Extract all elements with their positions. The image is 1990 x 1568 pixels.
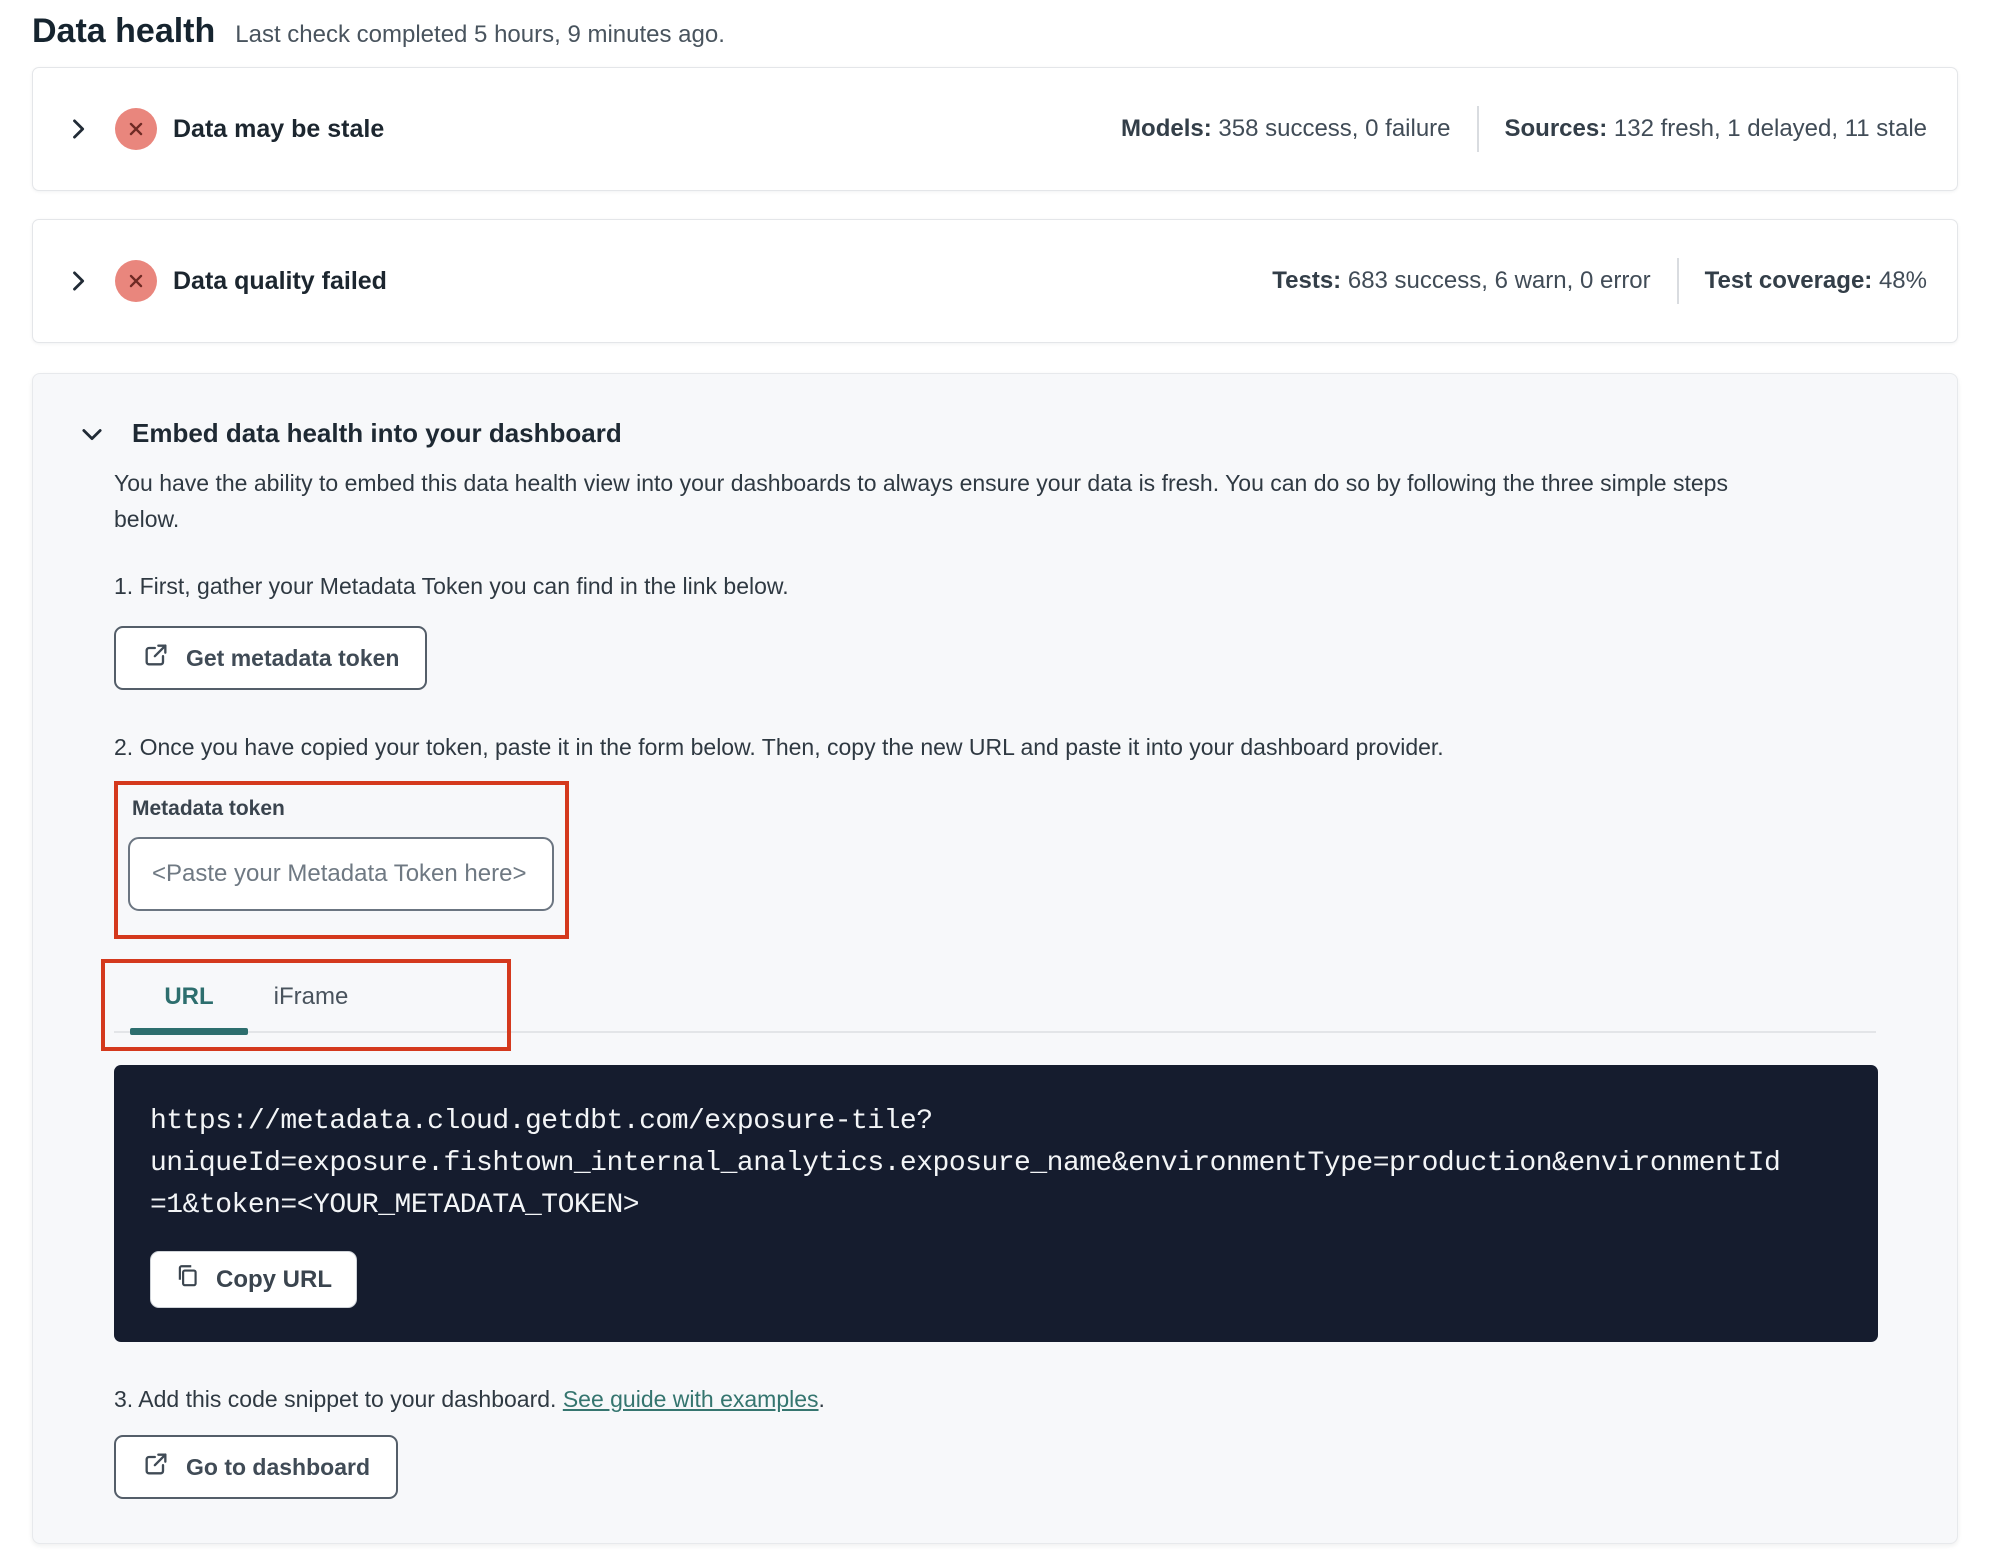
page-title: Data health xyxy=(32,12,216,50)
models-stat-label: Models: xyxy=(1121,115,1212,142)
embed-accordion-header[interactable]: Embed data health into your dashboard xyxy=(63,418,1927,449)
tab-iframe[interactable]: iFrame xyxy=(250,969,372,1031)
step2-text: 2. Once you have copied your token, past… xyxy=(114,734,1444,760)
get-metadata-token-label: Get metadata token xyxy=(186,644,400,671)
step1-text: 1. First, gather your Metadata Token you… xyxy=(114,573,789,599)
tests-stat-value: 683 success, 6 warn, 0 error xyxy=(1347,267,1651,294)
external-link-icon xyxy=(142,1450,170,1484)
coverage-stat-label: Test coverage: xyxy=(1704,267,1873,294)
go-to-dashboard-button[interactable]: Go to dashboard xyxy=(114,1435,398,1499)
quality-row-stats: Tests: 683 success, 6 warn, 0 error Test… xyxy=(1272,258,1927,304)
go-to-dashboard-label: Go to dashboard xyxy=(186,1453,370,1480)
copy-url-label: Copy URL xyxy=(216,1265,332,1293)
chevron-right-icon[interactable] xyxy=(63,114,93,144)
metadata-token-input[interactable] xyxy=(128,837,554,911)
stats-divider xyxy=(1476,106,1479,152)
freshness-accordion-row[interactable]: Data may be stale Models: 358 success, 0… xyxy=(33,68,1957,190)
step3-prefix: 3. Add this code snippet to your dashboa… xyxy=(114,1386,563,1412)
tab-url[interactable]: URL xyxy=(128,969,250,1035)
last-check-status: Last check completed 5 hours, 9 minutes … xyxy=(235,21,725,48)
error-status-icon xyxy=(115,108,157,150)
metadata-token-label: Metadata token xyxy=(132,797,285,820)
freshness-row-title: Data may be stale xyxy=(173,114,385,143)
code-line: uniqueId=exposure.fishtown_internal_anal… xyxy=(150,1148,1781,1179)
chevron-right-icon[interactable] xyxy=(63,266,93,296)
chevron-down-icon[interactable] xyxy=(77,419,107,449)
embed-description: You have the ability to embed this data … xyxy=(114,470,1728,532)
step3-text: 3. Add this code snippet to your dashboa… xyxy=(114,1386,1876,1413)
code-line: https://metadata.cloud.getdbt.com/exposu… xyxy=(150,1106,933,1137)
output-format-tabs: URL iFrame xyxy=(101,959,1876,1051)
models-stat-value: 358 success, 0 failure xyxy=(1218,115,1451,142)
copy-url-button[interactable]: Copy URL xyxy=(150,1251,357,1308)
freshness-card: Data may be stale Models: 358 success, 0… xyxy=(32,67,1958,191)
copy-icon xyxy=(175,1263,201,1296)
data-health-page: Data health Last check completed 5 hours… xyxy=(0,0,1990,1544)
get-metadata-token-button[interactable]: Get metadata token xyxy=(114,626,428,690)
quality-row-title: Data quality failed xyxy=(173,266,387,295)
embed-url-code-block: https://metadata.cloud.getdbt.com/exposu… xyxy=(114,1065,1878,1342)
sources-stat-value: 132 fresh, 1 delayed, 11 stale xyxy=(1613,115,1927,142)
stats-divider xyxy=(1676,258,1679,304)
sources-stat-label: Sources: xyxy=(1504,115,1608,142)
embed-body: You have the ability to embed this data … xyxy=(63,465,1927,1499)
embed-section: Embed data health into your dashboard Yo… xyxy=(32,373,1958,1544)
code-line: =1&token=<YOUR_METADATA_TOKEN> xyxy=(150,1190,640,1221)
embed-heading: Embed data health into your dashboard xyxy=(132,418,622,448)
models-stat: Models: 358 success, 0 failure xyxy=(1121,115,1450,143)
tests-stat-label: Tests: xyxy=(1272,267,1342,294)
sources-stat: Sources: 132 fresh, 1 delayed, 11 stale xyxy=(1505,115,1927,143)
token-form-annotation-box: Metadata token xyxy=(114,781,569,939)
coverage-stat: Test coverage: 48% xyxy=(1705,267,1927,295)
page-header: Data health Last check completed 5 hours… xyxy=(32,12,1958,51)
error-status-icon xyxy=(115,260,157,302)
quality-accordion-row[interactable]: Data quality failed Tests: 683 success, … xyxy=(33,220,1957,342)
external-link-icon xyxy=(142,641,170,675)
freshness-row-stats: Models: 358 success, 0 failure Sources: … xyxy=(1121,106,1927,152)
tests-stat: Tests: 683 success, 6 warn, 0 error xyxy=(1272,267,1650,295)
quality-card: Data quality failed Tests: 683 success, … xyxy=(32,219,1958,343)
step3-suffix: . xyxy=(818,1386,825,1412)
coverage-stat-value: 48% xyxy=(1878,267,1927,294)
see-guide-link[interactable]: See guide with examples xyxy=(563,1386,819,1412)
